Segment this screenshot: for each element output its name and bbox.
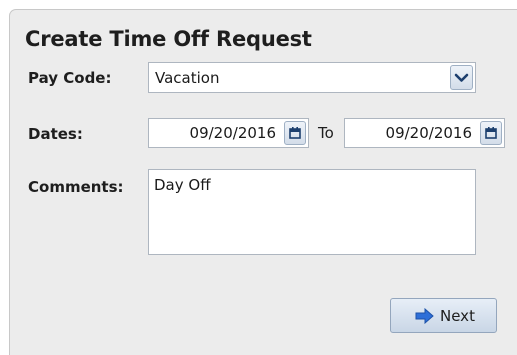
comments-value: Day Off (154, 176, 211, 194)
next-button-label: Next (440, 307, 475, 325)
page-title: Create Time Off Request (25, 27, 312, 51)
calendar-icon (485, 127, 497, 139)
pay-code-label: Pay Code: (28, 69, 112, 87)
pay-code-value: Vacation (155, 69, 220, 87)
start-date-field[interactable]: 09/20/2016 (148, 118, 309, 148)
end-date-calendar-button[interactable] (480, 121, 502, 145)
start-date-calendar-button[interactable] (284, 121, 306, 145)
end-date-value: 09/20/2016 (385, 124, 472, 142)
chevron-down-icon (454, 73, 469, 82)
end-date-field[interactable]: 09/20/2016 (344, 118, 505, 148)
calendar-icon (289, 127, 301, 139)
comments-textarea[interactable]: Day Off (148, 169, 476, 255)
next-button[interactable]: Next (390, 298, 497, 333)
time-off-request-panel: Create Time Off Request Pay Code: Vacati… (9, 9, 517, 355)
pay-code-select[interactable]: Vacation (148, 62, 476, 93)
dates-label: Dates: (28, 125, 83, 143)
pay-code-dropdown-button[interactable] (450, 65, 473, 90)
start-date-value: 09/20/2016 (189, 124, 276, 142)
arrow-right-icon (415, 308, 434, 324)
comments-label: Comments: (28, 178, 124, 196)
date-range-separator: To (318, 124, 334, 142)
